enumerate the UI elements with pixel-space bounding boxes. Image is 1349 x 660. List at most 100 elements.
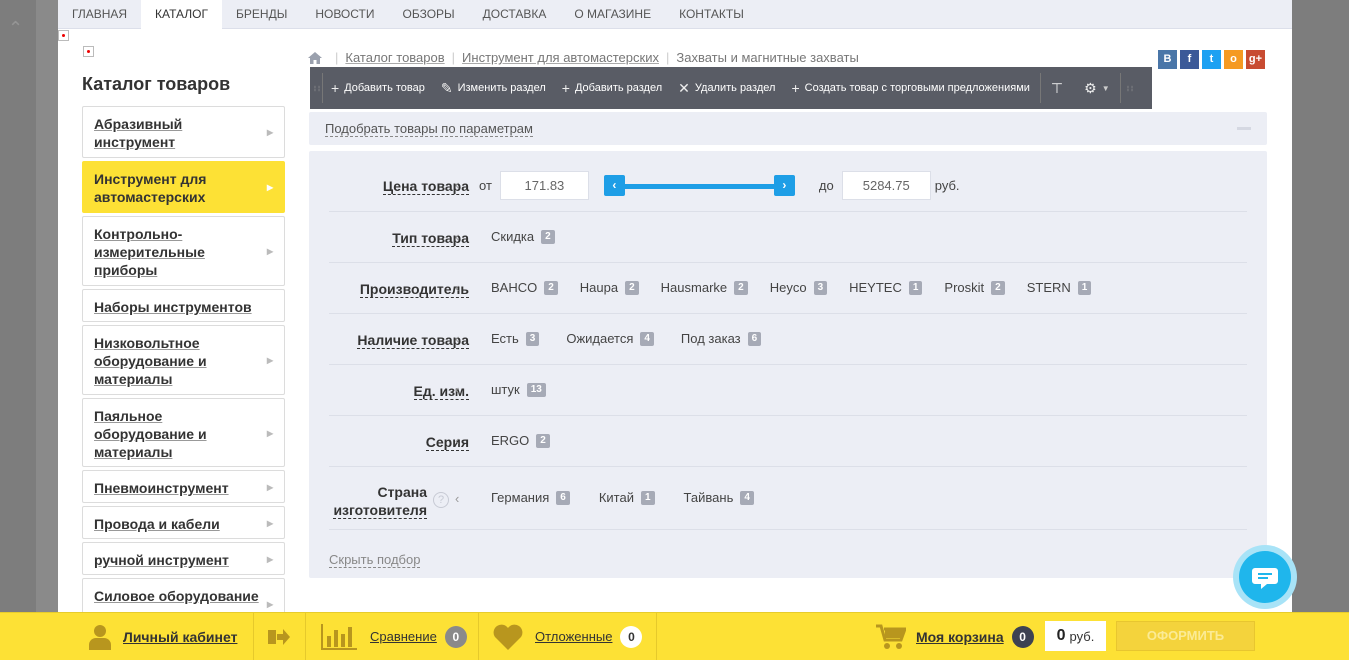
catalog-title: Каталог товаров [82,74,231,94]
close-icon: ✕ [678,79,690,96]
breadcrumb-auto-tools[interactable]: Инструмент для автомастерских [462,50,659,65]
collapse-icon[interactable] [1237,127,1251,130]
sidebar-item-low-voltage[interactable]: Низковольтное оборудование и материалы ▸ [82,325,285,395]
nav-item-contacts[interactable]: КОНТАКТЫ [665,0,758,29]
filter-label-unit[interactable]: Ед. изм. [413,382,469,400]
drag-handle-icon[interactable]: :::: [313,73,323,103]
filter-option[interactable]: Heyco 3 [770,280,828,295]
filter-option[interactable]: Haupa 2 [580,280,639,295]
price-slider[interactable]: ‹ › [603,174,795,197]
filter-option[interactable]: Proskit 2 [944,280,1005,295]
home-icon[interactable] [308,51,322,64]
drag-handle-icon[interactable]: :::: [1126,73,1136,103]
compare-label[interactable]: Сравнение [370,629,437,644]
create-product-offers-button[interactable]: + Создать товар с торговыми предложениям… [783,67,1037,109]
create-product-offers-label: Создать товар с торговыми предложениями [804,82,1030,94]
hide-filter-link[interactable]: Скрыть подбор [329,552,421,568]
chevron-left-icon[interactable]: ‹ [455,331,459,346]
nav-item-news[interactable]: НОВОСТИ [301,0,388,29]
sidebar-item-power-equipment[interactable]: Силовое оборудование ▸ [82,578,285,612]
sidebar-item-measuring[interactable]: Контрольно-измерительные приборы ▸ [82,216,285,286]
filter-label-series[interactable]: Серия [425,433,469,451]
chevron-left-icon[interactable]: ‹ [455,382,459,397]
edit-section-button[interactable]: ✎ Изменить раздел [433,67,554,109]
filter-option[interactable]: Ожидается 4 [566,331,654,346]
chat-button[interactable] [1233,545,1297,609]
nav-item-delivery[interactable]: ДОСТАВКА [469,0,561,29]
add-product-button[interactable]: + Добавить товар [323,67,433,109]
sidebar-item-label: ручной инструмент [94,552,229,568]
filter-option[interactable]: Тайвань 4 [684,490,754,505]
filter-header-label[interactable]: Подобрать товары по параметрам [325,121,533,137]
plus-icon: + [561,80,570,96]
filter-option[interactable]: штук 13 [491,382,546,397]
cart-link[interactable]: Моя корзина 0 [876,613,1034,660]
filter-option[interactable]: Есть 3 [491,331,540,346]
chevron-left-icon[interactable]: ‹ [455,229,459,244]
filter-option[interactable]: STERN 1 [1027,280,1092,295]
nav-item-about[interactable]: О МАГАЗИНЕ [560,0,665,29]
compare-link[interactable]: Сравнение 0 [321,613,467,660]
twitter-icon[interactable]: t [1202,50,1221,69]
facebook-icon[interactable]: f [1180,50,1199,69]
sidebar-item-label: Абразивный инструмент [94,116,183,150]
help-icon[interactable]: ? [433,492,449,508]
wishlist-count-badge: 0 [620,625,643,648]
sidebar-item-soldering[interactable]: Паяльное оборудование и материалы ▸ [82,398,285,467]
price-currency: руб. [934,178,960,193]
filter-row-unit: Ед. изм. ‹ штук 13 [329,365,1247,416]
breadcrumb: | Каталог товаров | Инструмент для автом… [308,50,859,65]
filter-label-availability[interactable]: Наличие товара [357,331,469,349]
sidebar-item-label: Силовое оборудование [94,588,259,604]
sidebar-item-abrasive[interactable]: Абразивный инструмент ▸ [82,106,285,158]
filter-label-country[interactable]: Страна изготовителя [333,483,427,519]
vk-icon[interactable]: B [1158,50,1177,69]
slider-handle-min[interactable]: ‹ [603,174,625,196]
filter-header[interactable]: Подобрать товары по параметрам [309,112,1267,145]
chevron-right-icon: ▸ [266,425,273,440]
filter-label-manufacturer[interactable]: Производитель [359,280,469,298]
chevron-left-icon[interactable]: ‹ [455,433,459,448]
chevron-left-icon[interactable]: ‹ [455,280,459,295]
account-link[interactable]: Личный кабинет [88,613,237,660]
logout-button[interactable] [268,613,290,660]
sidebar-item-cables[interactable]: Провода и кабели ▸ [82,506,285,539]
pin-button[interactable]: ⊤ [1043,67,1076,109]
nav-item-home[interactable]: ГЛАВНАЯ [58,0,141,29]
nav-item-reviews[interactable]: ОБЗОРЫ [389,0,469,29]
sidebar-item-pneumatic[interactable]: Пневмоинструмент ▸ [82,470,285,503]
filter-option[interactable]: HEYTEC 1 [849,280,923,295]
filter-option[interactable]: Китай 1 [599,490,655,505]
filter-option[interactable]: BAHCO 2 [491,280,558,295]
delete-section-button[interactable]: ✕ Удалить раздел [670,67,783,109]
sidebar-item-tool-sets[interactable]: Наборы инструментов [82,289,285,322]
sidebar-item-auto-tools[interactable]: Инструмент для автомастерских ▸ [82,161,285,213]
filter-option[interactable]: Под заказ 6 [681,331,762,346]
filter-option[interactable]: ERGO 2 [491,433,550,448]
price-to-input[interactable]: 5284.75 [841,171,931,200]
chevron-left-icon[interactable]: ‹ [455,177,459,192]
odnoklassniki-icon[interactable]: o [1224,50,1243,69]
google-plus-icon[interactable]: g+ [1246,50,1265,69]
nav-item-brands[interactable]: БРЕНДЫ [222,0,301,29]
filter-option[interactable]: Германия 6 [491,490,570,505]
slider-handle-max[interactable]: › [773,174,795,196]
wishlist-link[interactable]: Отложенные 0 [492,613,643,660]
price-from-input[interactable]: 171.83 [499,171,589,200]
settings-button[interactable]: ⚙ ▼ [1076,67,1117,109]
wishlist-label[interactable]: Отложенные [535,629,612,644]
sidebar-item-hand-tools[interactable]: ручной инструмент ▸ [82,542,285,575]
checkout-button[interactable]: ОФОРМИТЬ [1116,621,1255,651]
breadcrumb-catalog[interactable]: Каталог товаров [345,50,444,65]
filter-option[interactable]: Скидка 2 [491,229,555,244]
price-slider-track [613,183,785,189]
add-section-button[interactable]: + Добавить раздел [554,67,670,109]
account-label[interactable]: Личный кабинет [123,629,237,645]
chevron-right-icon: ▸ [266,353,273,367]
chevron-left-icon[interactable]: ‹ [455,491,459,506]
scroll-up-icon[interactable]: ⌃ [8,19,23,37]
filter-option[interactable]: Hausmarke 2 [661,280,748,295]
filter-options-series: ERGO 2 [491,433,569,448]
cart-label[interactable]: Моя корзина [916,629,1004,645]
nav-item-catalog[interactable]: КАТАЛОГ [141,0,223,30]
